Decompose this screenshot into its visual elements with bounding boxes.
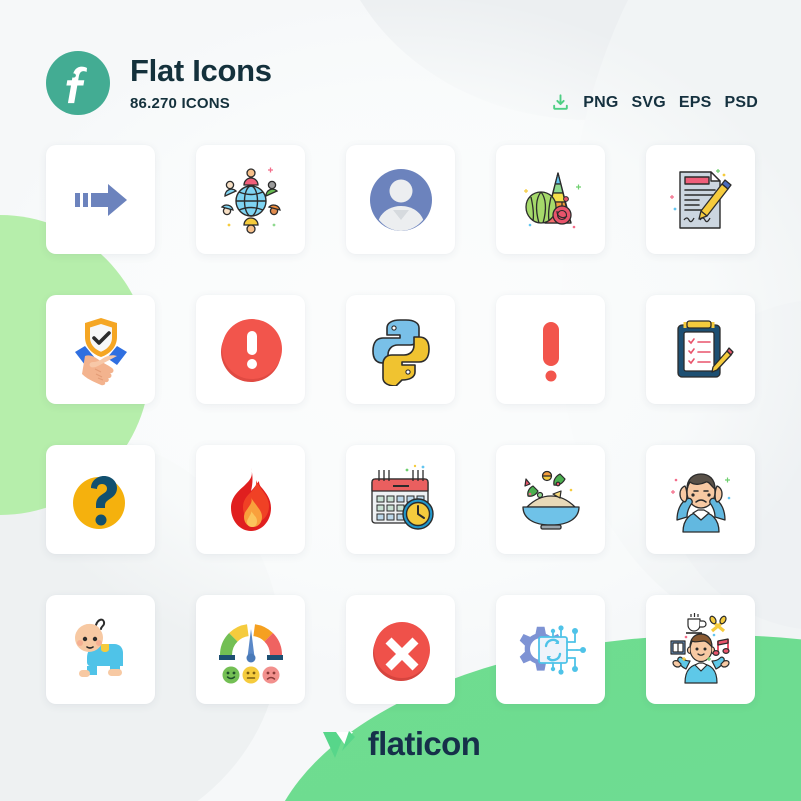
stressed-man-icon — [670, 472, 730, 533]
icon-tile-trust[interactable] — [46, 295, 155, 404]
icon-count-label: 86.270 ICONS — [130, 95, 230, 113]
format-list: PNG SVG EPS PSD — [551, 93, 758, 114]
flaticon-logo-badge — [46, 51, 110, 115]
checklist-clipboard-icon — [676, 319, 734, 378]
alert-circle-icon — [220, 318, 282, 382]
flaticon-footer: flaticon — [0, 725, 801, 763]
icon-tile-hobbies[interactable] — [646, 595, 755, 704]
flaticon-f-logo-icon — [66, 66, 87, 104]
icon-tile-global-community[interactable] — [196, 145, 305, 254]
icon-tile-baby[interactable] — [46, 595, 155, 704]
global-community-icon — [220, 167, 281, 234]
footer-wordmark: flaticon — [367, 725, 481, 762]
icon-tile-food-pyramid[interactable] — [496, 145, 605, 254]
automation-chip-icon — [519, 624, 586, 675]
icon-tile-alert[interactable] — [196, 295, 305, 404]
download-icon[interactable] — [551, 93, 570, 112]
icon-pack-preview: Flat Icons 86.270 ICONS PNG SVG EPS PSD — [0, 0, 801, 801]
icon-tile-cancel[interactable] — [346, 595, 455, 704]
pack-header: Flat Icons 86.270 ICONS PNG SVG EPS PSD — [46, 46, 758, 120]
hobbies-person-icon — [669, 612, 730, 684]
exclamation-mark-icon — [542, 321, 559, 381]
icon-tile-satisfaction[interactable] — [196, 595, 305, 704]
calendar-clock-icon — [370, 464, 434, 530]
icon-tile-checklist[interactable] — [646, 295, 755, 404]
contract-pen-icon — [669, 168, 732, 229]
pack-title-block: Flat Icons 86.270 ICONS — [130, 52, 272, 113]
format-eps[interactable]: EPS — [679, 94, 712, 112]
icon-tile-fire[interactable] — [196, 445, 305, 554]
icon-tile-automation[interactable] — [496, 595, 605, 704]
icon-tile-arrow-right[interactable] — [46, 145, 155, 254]
question-mark-icon — [72, 475, 125, 529]
arrow-right-icon — [74, 183, 127, 216]
cancel-cross-icon — [372, 621, 430, 681]
trust-handshake-icon — [74, 317, 127, 385]
format-png[interactable]: PNG — [583, 94, 618, 112]
format-psd[interactable]: PSD — [725, 94, 759, 112]
icon-tile-user-avatar[interactable] — [346, 145, 455, 254]
user-avatar-icon — [369, 168, 432, 231]
icon-grid — [46, 145, 756, 704]
crawling-baby-icon — [74, 618, 123, 677]
icon-tile-question[interactable] — [46, 445, 155, 554]
icon-tile-schedule[interactable] — [346, 445, 455, 554]
icon-tile-exclamation[interactable] — [496, 295, 605, 404]
python-icon — [371, 318, 430, 386]
satisfaction-gauge-icon — [218, 623, 283, 683]
format-svg[interactable]: SVG — [631, 94, 665, 112]
fire-flame-icon — [230, 467, 271, 531]
flaticon-mark-icon — [322, 730, 355, 758]
food-pyramid-icon — [523, 171, 581, 228]
salad-bowl-icon — [521, 470, 580, 530]
page-title: Flat Icons — [130, 52, 272, 88]
icon-tile-stress[interactable] — [646, 445, 755, 554]
icon-tile-python[interactable] — [346, 295, 455, 404]
icon-tile-salad[interactable] — [496, 445, 605, 554]
icon-tile-contract[interactable] — [646, 145, 755, 254]
